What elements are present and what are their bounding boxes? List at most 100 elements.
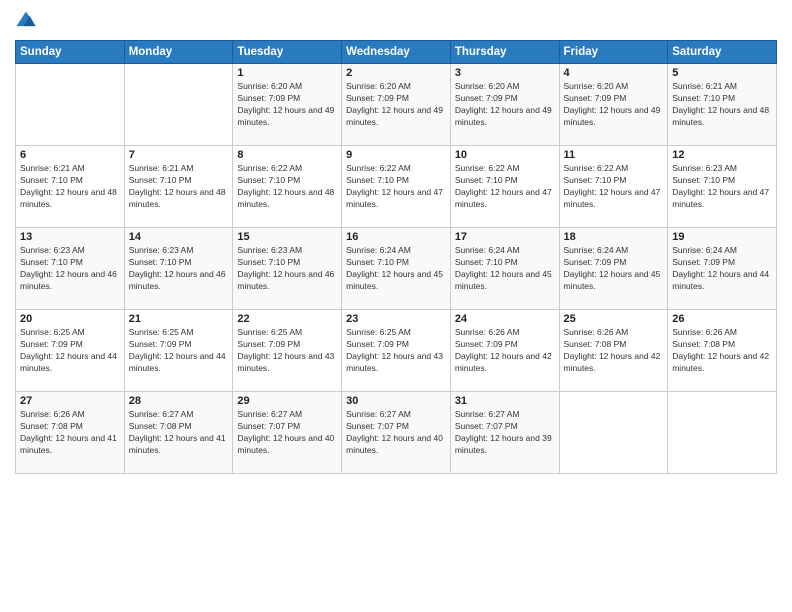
calendar-cell: 27Sunrise: 6:26 AM Sunset: 7:08 PM Dayli… xyxy=(16,392,125,474)
day-info: Sunrise: 6:22 AM Sunset: 7:10 PM Dayligh… xyxy=(237,163,337,211)
calendar-cell: 19 Sunrise: 6:24 AM Sunset: 7:09 PM Dayli… xyxy=(668,228,777,310)
calendar-cell xyxy=(668,392,777,474)
calendar-cell: 7 Sunrise: 6:21 AM Sunset: 7:10 PM Daylig… xyxy=(124,146,233,228)
calendar-cell: 13 Sunrise: 6:23 AM Sunset: 7:10 PM Dayli… xyxy=(16,228,125,310)
day-info: Sunrise: 6:25 AM Sunset: 7:09 PM Dayligh… xyxy=(129,327,229,375)
page: Sunday Monday Tuesday Wednesday Thursday… xyxy=(0,0,792,612)
day-number: 1 xyxy=(237,67,337,79)
calendar-cell: 17Sunrise: 6:24 AM Sunset: 7:10 PM Dayli… xyxy=(450,228,559,310)
week-row-4: 20 Sunrise: 6:25 AM Sunset: 7:09 PM Dayli… xyxy=(16,310,777,392)
calendar-cell: 26 Sunrise: 6:26 AM Sunset: 7:08 PM Dayli… xyxy=(668,310,777,392)
day-info: Sunrise: 6:22 AM Sunset: 7:10 PM Dayligh… xyxy=(346,163,446,211)
day-info: Sunrise: 6:25 AM Sunset: 7:09 PM Dayligh… xyxy=(237,327,337,375)
day-number: 16 xyxy=(346,231,446,243)
day-number: 26 xyxy=(672,313,772,325)
day-info: Sunrise: 6:21 AM Sunset: 7:10 PM Dayligh… xyxy=(20,163,120,211)
day-number: 30 xyxy=(346,395,446,407)
day-number: 5 xyxy=(672,67,772,79)
col-wednesday: Wednesday xyxy=(342,41,451,64)
week-row-3: 13 Sunrise: 6:23 AM Sunset: 7:10 PM Dayli… xyxy=(16,228,777,310)
col-saturday: Saturday xyxy=(668,41,777,64)
calendar-cell: 30 Sunrise: 6:27 AM Sunset: 7:07 PM Dayli… xyxy=(342,392,451,474)
col-thursday: Thursday xyxy=(450,41,559,64)
day-number: 20 xyxy=(20,313,120,325)
day-number: 14 xyxy=(129,231,229,243)
logo-icon xyxy=(15,10,37,32)
calendar-table: Sunday Monday Tuesday Wednesday Thursday… xyxy=(15,40,777,474)
day-number: 27 xyxy=(20,395,120,407)
col-sunday: Sunday xyxy=(16,41,125,64)
day-info: Sunrise: 6:27 AM Sunset: 7:07 PM Dayligh… xyxy=(455,409,555,457)
calendar-cell: 11 Sunrise: 6:22 AM Sunset: 7:10 PM Dayli… xyxy=(559,146,668,228)
day-info: Sunrise: 6:26 AM Sunset: 7:08 PM Dayligh… xyxy=(564,327,664,375)
day-info: Sunrise: 6:25 AM Sunset: 7:09 PM Dayligh… xyxy=(20,327,120,375)
day-number: 18 xyxy=(564,231,664,243)
logo xyxy=(15,10,41,32)
day-info: Sunrise: 6:24 AM Sunset: 7:09 PM Dayligh… xyxy=(564,245,664,293)
week-row-2: 6 Sunrise: 6:21 AM Sunset: 7:10 PM Daylig… xyxy=(16,146,777,228)
calendar-cell: 29 Sunrise: 6:27 AM Sunset: 7:07 PM Dayli… xyxy=(233,392,342,474)
day-number: 19 xyxy=(672,231,772,243)
day-number: 29 xyxy=(237,395,337,407)
calendar-cell: 22Sunrise: 6:25 AM Sunset: 7:09 PM Dayli… xyxy=(233,310,342,392)
week-row-1: 1 Sunrise: 6:20 AM Sunset: 7:09 PM Daylig… xyxy=(16,64,777,146)
col-monday: Monday xyxy=(124,41,233,64)
day-number: 31 xyxy=(455,395,555,407)
calendar-cell: 16 Sunrise: 6:24 AM Sunset: 7:10 PM Dayli… xyxy=(342,228,451,310)
day-info: Sunrise: 6:23 AM Sunset: 7:10 PM Dayligh… xyxy=(129,245,229,293)
day-info: Sunrise: 6:21 AM Sunset: 7:10 PM Dayligh… xyxy=(129,163,229,211)
calendar-cell: 12 Sunrise: 6:23 AM Sunset: 7:10 PM Dayli… xyxy=(668,146,777,228)
day-info: Sunrise: 6:26 AM Sunset: 7:08 PM Dayligh… xyxy=(672,327,772,375)
day-number: 11 xyxy=(564,149,664,161)
calendar-cell: 1 Sunrise: 6:20 AM Sunset: 7:09 PM Daylig… xyxy=(233,64,342,146)
day-info: Sunrise: 6:22 AM Sunset: 7:10 PM Dayligh… xyxy=(455,163,555,211)
calendar-cell xyxy=(16,64,125,146)
day-info: Sunrise: 6:20 AM Sunset: 7:09 PM Dayligh… xyxy=(564,81,664,129)
calendar-body: 1 Sunrise: 6:20 AM Sunset: 7:09 PM Daylig… xyxy=(16,64,777,474)
calendar-cell xyxy=(559,392,668,474)
day-info: Sunrise: 6:20 AM Sunset: 7:09 PM Dayligh… xyxy=(346,81,446,129)
day-info: Sunrise: 6:27 AM Sunset: 7:08 PM Dayligh… xyxy=(129,409,229,457)
day-info: Sunrise: 6:22 AM Sunset: 7:10 PM Dayligh… xyxy=(564,163,664,211)
day-number: 12 xyxy=(672,149,772,161)
day-info: Sunrise: 6:23 AM Sunset: 7:10 PM Dayligh… xyxy=(237,245,337,293)
week-row-5: 27Sunrise: 6:26 AM Sunset: 7:08 PM Dayli… xyxy=(16,392,777,474)
day-info: Sunrise: 6:26 AM Sunset: 7:09 PM Dayligh… xyxy=(455,327,555,375)
calendar-cell: 14 Sunrise: 6:23 AM Sunset: 7:10 PM Dayli… xyxy=(124,228,233,310)
day-info: Sunrise: 6:20 AM Sunset: 7:09 PM Dayligh… xyxy=(237,81,337,129)
day-info: Sunrise: 6:23 AM Sunset: 7:10 PM Dayligh… xyxy=(672,163,772,211)
calendar-cell: 15 Sunrise: 6:23 AM Sunset: 7:10 PM Dayli… xyxy=(233,228,342,310)
calendar-cell: 4 Sunrise: 6:20 AM Sunset: 7:09 PM Daylig… xyxy=(559,64,668,146)
day-number: 6 xyxy=(20,149,120,161)
calendar-cell: 2 Sunrise: 6:20 AM Sunset: 7:09 PM Daylig… xyxy=(342,64,451,146)
header-row: Sunday Monday Tuesday Wednesday Thursday… xyxy=(16,41,777,64)
day-info: Sunrise: 6:27 AM Sunset: 7:07 PM Dayligh… xyxy=(346,409,446,457)
calendar-cell: 8Sunrise: 6:22 AM Sunset: 7:10 PM Daylig… xyxy=(233,146,342,228)
day-number: 13 xyxy=(20,231,120,243)
calendar-cell: 25Sunrise: 6:26 AM Sunset: 7:08 PM Dayli… xyxy=(559,310,668,392)
day-number: 7 xyxy=(129,149,229,161)
day-number: 4 xyxy=(564,67,664,79)
day-info: Sunrise: 6:23 AM Sunset: 7:10 PM Dayligh… xyxy=(20,245,120,293)
day-number: 15 xyxy=(237,231,337,243)
day-number: 2 xyxy=(346,67,446,79)
day-number: 3 xyxy=(455,67,555,79)
day-info: Sunrise: 6:27 AM Sunset: 7:07 PM Dayligh… xyxy=(237,409,337,457)
day-number: 24 xyxy=(455,313,555,325)
calendar-cell: 20 Sunrise: 6:25 AM Sunset: 7:09 PM Dayli… xyxy=(16,310,125,392)
day-info: Sunrise: 6:21 AM Sunset: 7:10 PM Dayligh… xyxy=(672,81,772,129)
calendar-header: Sunday Monday Tuesday Wednesday Thursday… xyxy=(16,41,777,64)
calendar-cell: 5 Sunrise: 6:21 AM Sunset: 7:10 PM Daylig… xyxy=(668,64,777,146)
day-info: Sunrise: 6:24 AM Sunset: 7:10 PM Dayligh… xyxy=(455,245,555,293)
calendar-cell: 24 Sunrise: 6:26 AM Sunset: 7:09 PM Dayli… xyxy=(450,310,559,392)
header xyxy=(15,10,777,32)
day-info: Sunrise: 6:24 AM Sunset: 7:09 PM Dayligh… xyxy=(672,245,772,293)
calendar-cell: 18 Sunrise: 6:24 AM Sunset: 7:09 PM Dayli… xyxy=(559,228,668,310)
calendar-cell: 21 Sunrise: 6:25 AM Sunset: 7:09 PM Dayli… xyxy=(124,310,233,392)
calendar-cell xyxy=(124,64,233,146)
day-info: Sunrise: 6:24 AM Sunset: 7:10 PM Dayligh… xyxy=(346,245,446,293)
calendar-cell: 10Sunrise: 6:22 AM Sunset: 7:10 PM Dayli… xyxy=(450,146,559,228)
day-number: 21 xyxy=(129,313,229,325)
day-info: Sunrise: 6:20 AM Sunset: 7:09 PM Dayligh… xyxy=(455,81,555,129)
calendar-cell: 9Sunrise: 6:22 AM Sunset: 7:10 PM Daylig… xyxy=(342,146,451,228)
